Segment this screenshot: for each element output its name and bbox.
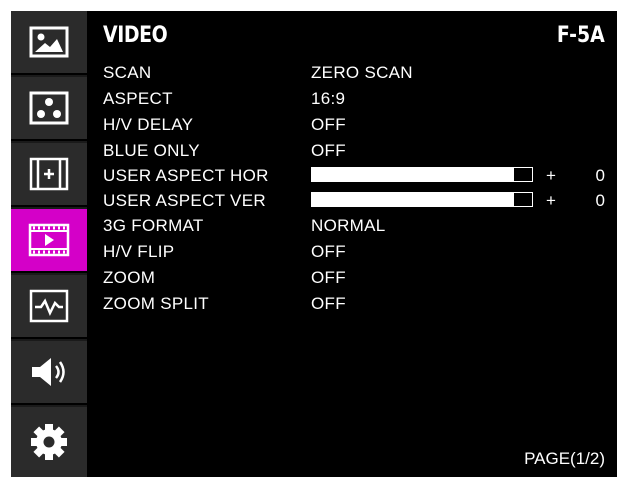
menu-label: ZOOM bbox=[103, 268, 156, 287]
sidebar-item-color[interactable] bbox=[11, 77, 87, 141]
sidebar bbox=[11, 11, 87, 477]
menu-row-zoom[interactable]: ZOOM OFF bbox=[87, 265, 617, 290]
picture-icon bbox=[29, 26, 69, 58]
video-film-icon bbox=[28, 223, 70, 257]
menu-value: 16:9 bbox=[311, 89, 346, 108]
menu-label: ZOOM SPLIT bbox=[103, 294, 209, 313]
menu-label: SCAN bbox=[103, 63, 152, 82]
slider-sign: + bbox=[546, 191, 556, 210]
color-dots-icon bbox=[29, 91, 69, 125]
menu-row-scan[interactable]: SCAN ZERO SCAN bbox=[87, 60, 617, 85]
menu-label: 3G FORMAT bbox=[103, 216, 204, 235]
sidebar-item-video[interactable] bbox=[11, 209, 87, 273]
menu-row-hv-flip[interactable]: H/V FLIP OFF bbox=[87, 239, 617, 264]
user-aspect-ver-slider[interactable] bbox=[311, 192, 533, 207]
gear-icon bbox=[31, 424, 67, 460]
menu-label: USER ASPECT VER bbox=[103, 191, 266, 210]
slider-sign: + bbox=[546, 166, 556, 185]
sidebar-item-picture[interactable] bbox=[11, 11, 87, 75]
menu-value: ZERO SCAN bbox=[311, 63, 413, 82]
menu-row-user-aspect-hor[interactable]: USER ASPECT HOR + 0 bbox=[87, 163, 617, 188]
user-aspect-hor-slider[interactable] bbox=[311, 167, 533, 182]
monitor-screen: VIDEO F-5A SCAN ZERO SCAN ASPECT 16:9 H/… bbox=[11, 11, 617, 477]
menu-row-zoom-split[interactable]: ZOOM SPLIT OFF bbox=[87, 291, 617, 316]
page-indicator: PAGE(1/2) bbox=[524, 449, 605, 468]
sidebar-item-audio[interactable] bbox=[11, 341, 87, 405]
sidebar-item-marker[interactable] bbox=[11, 143, 87, 207]
slider-fill bbox=[312, 168, 515, 181]
menu-label: BLUE ONLY bbox=[103, 141, 200, 160]
menu-label: USER ASPECT HOR bbox=[103, 166, 269, 185]
marker-icon bbox=[29, 157, 69, 191]
menu-row-hv-delay[interactable]: H/V DELAY OFF bbox=[87, 112, 617, 137]
sidebar-item-waveform[interactable] bbox=[11, 275, 87, 339]
page-title: VIDEO bbox=[103, 23, 168, 48]
model-name: F-5A bbox=[556, 23, 605, 48]
sidebar-item-settings[interactable] bbox=[11, 407, 87, 477]
menu-value: OFF bbox=[311, 268, 346, 287]
menu-row-user-aspect-ver[interactable]: USER ASPECT VER + 0 bbox=[87, 188, 617, 213]
menu-value: OFF bbox=[311, 294, 346, 313]
slider-value: 0 bbox=[595, 191, 605, 210]
menu-row-aspect[interactable]: ASPECT 16:9 bbox=[87, 86, 617, 111]
waveform-icon bbox=[29, 289, 69, 323]
video-menu-panel: VIDEO F-5A SCAN ZERO SCAN ASPECT 16:9 H/… bbox=[87, 11, 617, 477]
menu-value: OFF bbox=[311, 242, 346, 261]
menu-label: H/V FLIP bbox=[103, 242, 175, 261]
speaker-icon bbox=[32, 358, 65, 386]
menu-label: H/V DELAY bbox=[103, 115, 194, 134]
slider-value: 0 bbox=[595, 166, 605, 185]
menu-value: NORMAL bbox=[311, 216, 386, 235]
menu-value: OFF bbox=[311, 141, 346, 160]
menu-row-3g-format[interactable]: 3G FORMAT NORMAL bbox=[87, 213, 617, 238]
menu-label: ASPECT bbox=[103, 89, 173, 108]
menu-value: OFF bbox=[311, 115, 346, 134]
menu-row-blue-only[interactable]: BLUE ONLY OFF bbox=[87, 138, 617, 163]
slider-fill bbox=[312, 193, 515, 206]
